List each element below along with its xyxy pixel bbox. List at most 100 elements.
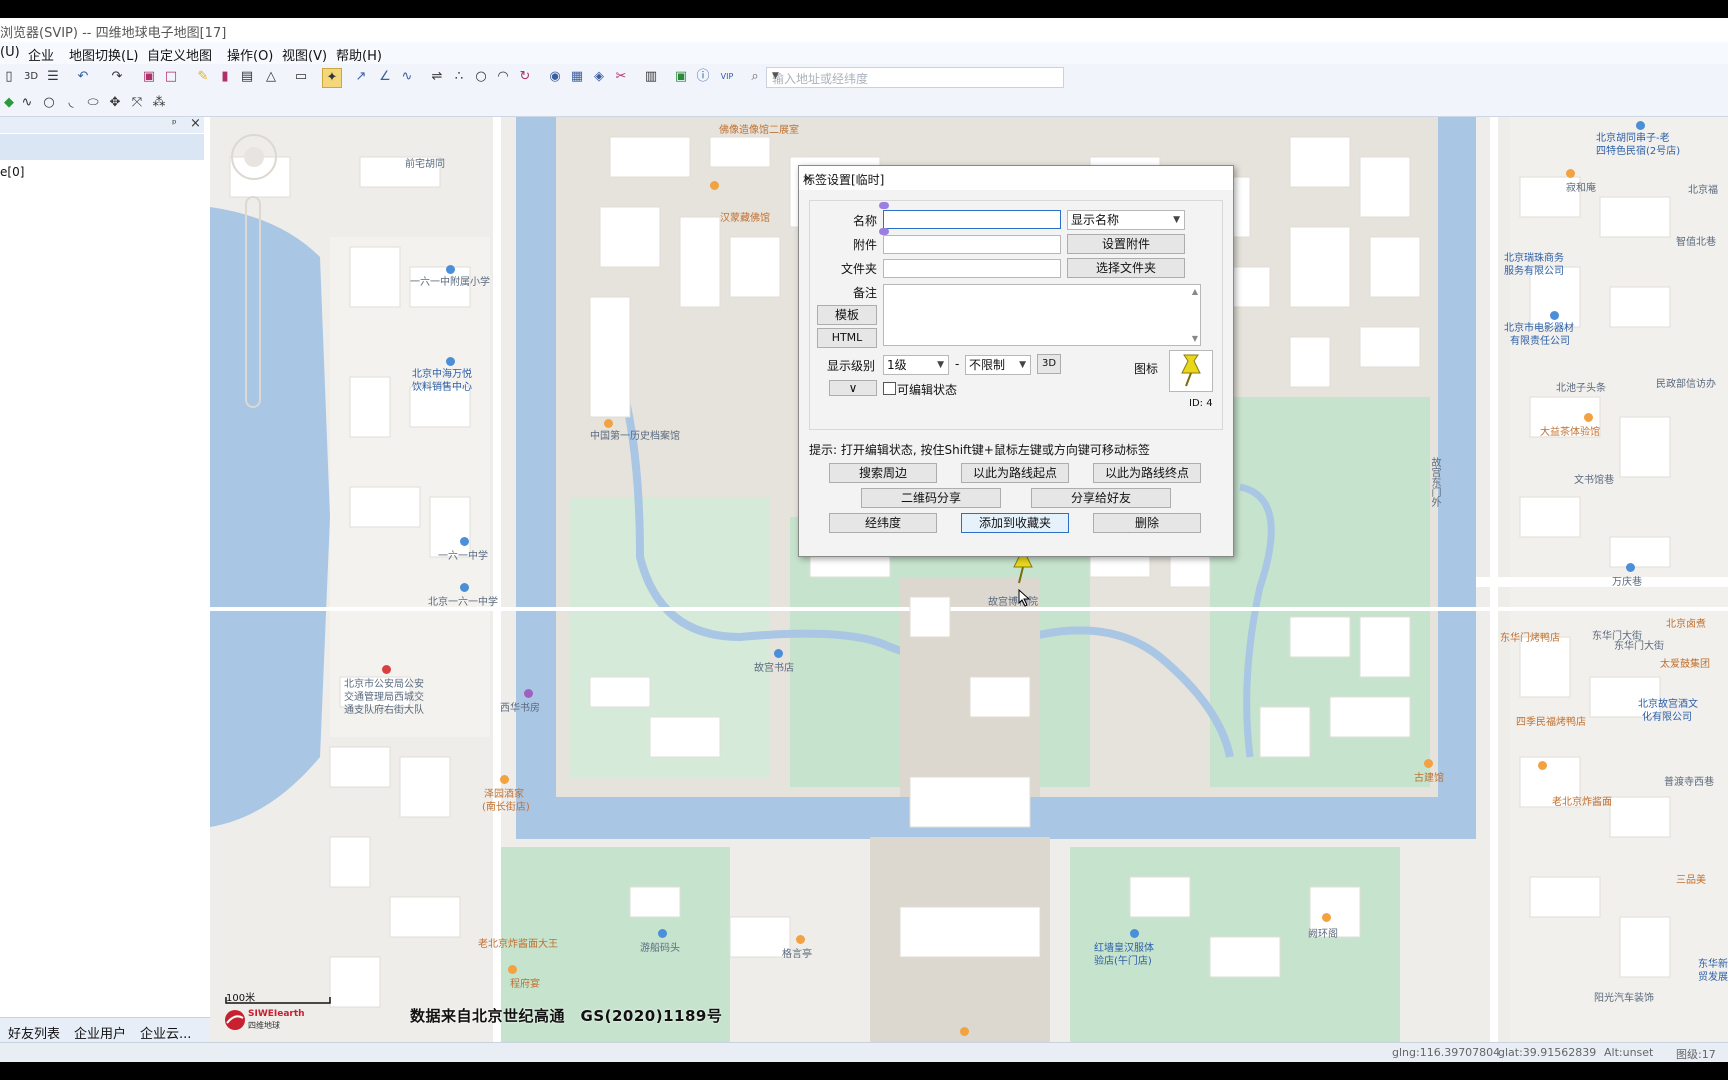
poi-marker[interactable] <box>1566 169 1575 178</box>
cut-icon[interactable]: ✂ <box>612 68 630 86</box>
marker-icon[interactable]: ◆ <box>0 94 18 112</box>
scroll-up-icon[interactable]: ▲ <box>1192 287 1198 296</box>
share-friend-button[interactable]: 分享给好友 <box>1031 488 1171 508</box>
redo-icon[interactable]: ↷ <box>108 68 126 86</box>
ruler-icon[interactable]: ▮ <box>216 68 234 86</box>
poi-marker[interactable] <box>658 929 667 938</box>
lnglat-button[interactable]: 经纬度 <box>829 513 937 533</box>
template-button[interactable]: 模板 <box>817 305 877 325</box>
menu-item-custom-map[interactable]: 自定义地图 <box>147 45 212 64</box>
fit-icon[interactable]: ⤧ <box>128 94 146 112</box>
select-folder-button[interactable]: 选择文件夹 <box>1067 258 1185 278</box>
poi-marker[interactable] <box>1584 413 1593 422</box>
set-attach-button[interactable]: 设置附件 <box>1067 234 1185 254</box>
erase-icon[interactable]: ▣ <box>140 68 158 86</box>
poi-marker[interactable] <box>1538 761 1547 770</box>
poi-marker[interactable] <box>1550 311 1559 320</box>
poi-marker[interactable] <box>1322 913 1331 922</box>
level-to-select[interactable]: 不限制 ▼ <box>965 355 1031 375</box>
level-from-select[interactable]: 1级 ▼ <box>883 355 949 375</box>
poi-marker[interactable] <box>508 965 517 974</box>
editable-checkbox[interactable] <box>883 382 896 395</box>
poi-marker[interactable] <box>446 265 455 274</box>
polyline-icon[interactable]: ∿ <box>18 94 36 112</box>
3d-button[interactable]: 3D <box>20 68 42 86</box>
undo-icon[interactable]: ↶ <box>74 68 92 86</box>
poi-marker[interactable] <box>1130 929 1139 938</box>
menu-item-u[interactable]: (U) <box>0 45 20 60</box>
attach-input[interactable] <box>883 235 1061 254</box>
menu-item-operate[interactable]: 操作(O) <box>227 45 273 64</box>
menu-item-map-switch[interactable]: 地图切换(L) <box>69 45 138 64</box>
arc-draw-icon[interactable]: ◟ <box>62 94 80 112</box>
globe-icon[interactable]: ◉ <box>546 68 564 86</box>
resize-handle[interactable] <box>879 202 889 209</box>
expand-button[interactable]: ∨ <box>829 380 877 396</box>
3d-layers-icon[interactable]: ☰ <box>44 68 62 86</box>
poi-marker[interactable] <box>460 537 469 546</box>
tree-item[interactable]: e[0] <box>0 165 24 179</box>
search-icon[interactable]: ⌕ <box>746 68 764 86</box>
add-favorite-button[interactable]: 添加到收藏夹 <box>961 513 1069 533</box>
poi-marker[interactable] <box>1636 121 1645 130</box>
route-icon[interactable]: ⇌ <box>428 68 446 86</box>
icon-preview[interactable] <box>1169 350 1213 392</box>
folder-input[interactable] <box>883 259 1061 278</box>
poi-marker[interactable] <box>446 357 455 366</box>
line-icon[interactable]: ↗ <box>352 68 370 86</box>
nodes-icon[interactable]: ⁂ <box>150 94 168 112</box>
circle-icon[interactable]: ○ <box>472 68 490 86</box>
delete-button[interactable]: 删除 <box>1093 513 1201 533</box>
image-icon[interactable]: ▤ <box>238 68 256 86</box>
name-input[interactable] <box>883 210 1061 229</box>
eraser-icon[interactable]: ◈ <box>590 68 608 86</box>
page-icon[interactable]: ▯ <box>0 68 18 86</box>
vip-badge[interactable]: VIP <box>716 68 738 86</box>
move-icon[interactable]: ✥ <box>106 94 124 112</box>
close-icon[interactable]: × <box>803 171 1225 185</box>
pin-icon[interactable]: ᵖ <box>172 117 177 130</box>
poi-marker[interactable] <box>710 181 719 190</box>
note-textarea[interactable]: ▲ ▼ <box>883 284 1201 346</box>
poi-marker[interactable] <box>382 665 391 674</box>
menu-item-enterprise[interactable]: 企业 <box>28 45 54 64</box>
poi-marker[interactable] <box>1626 563 1635 572</box>
poi-marker[interactable] <box>1424 759 1433 768</box>
tab-enterprise-users[interactable]: 企业用户 <box>74 1023 126 1042</box>
pencil-icon[interactable]: ✎ <box>194 68 212 86</box>
ellipse-icon[interactable]: ⬭ <box>84 94 102 112</box>
search-input[interactable]: 输入地址或经纬度 ▼ <box>766 67 1064 88</box>
resize-handle[interactable] <box>879 228 889 235</box>
close-icon[interactable]: × <box>190 116 201 131</box>
name-display-select[interactable]: 显示名称 ▼ <box>1067 210 1185 230</box>
html-button[interactable]: HTML <box>817 328 877 348</box>
poi-marker[interactable] <box>524 689 533 698</box>
grid-icon[interactable]: ▦ <box>568 68 586 86</box>
points-icon[interactable]: ∴ <box>450 68 468 86</box>
chat-icon[interactable]: ▣ <box>672 68 690 86</box>
route-start-button[interactable]: 以此为路线起点 <box>961 463 1069 483</box>
tab-enterprise-cloud[interactable]: 企业云... <box>140 1023 191 1042</box>
poi-marker[interactable] <box>960 1027 969 1036</box>
polygon-icon[interactable]: △ <box>262 68 280 86</box>
angle-icon[interactable]: ∠ <box>376 68 394 86</box>
route-end-button[interactable]: 以此为路线终点 <box>1093 463 1201 483</box>
poi-marker[interactable] <box>460 583 469 592</box>
chevron-down-icon[interactable]: ▼ <box>772 71 1060 81</box>
poi-marker[interactable] <box>604 419 613 428</box>
poi-marker[interactable] <box>500 775 509 784</box>
poi-marker[interactable] <box>796 935 805 944</box>
tab-friends[interactable]: 好友列表 <box>8 1023 60 1042</box>
loop-icon[interactable]: ↻ <box>516 68 534 86</box>
qr-share-button[interactable]: 二维码分享 <box>861 488 1001 508</box>
circle-draw-icon[interactable]: ○ <box>40 94 58 112</box>
scroll-down-icon[interactable]: ▼ <box>1192 334 1198 343</box>
search-nearby-button[interactable]: 搜索周边 <box>829 463 937 483</box>
menu-item-help[interactable]: 帮助(H) <box>336 45 382 64</box>
print-icon[interactable]: ▥ <box>642 68 660 86</box>
camera-icon[interactable]: ▭ <box>292 68 310 86</box>
curve-icon[interactable]: ∿ <box>398 68 416 86</box>
select-icon[interactable]: □ <box>162 68 180 86</box>
pin-tool-icon[interactable]: ✦ <box>322 68 342 88</box>
arc-icon[interactable]: ◠ <box>494 68 512 86</box>
